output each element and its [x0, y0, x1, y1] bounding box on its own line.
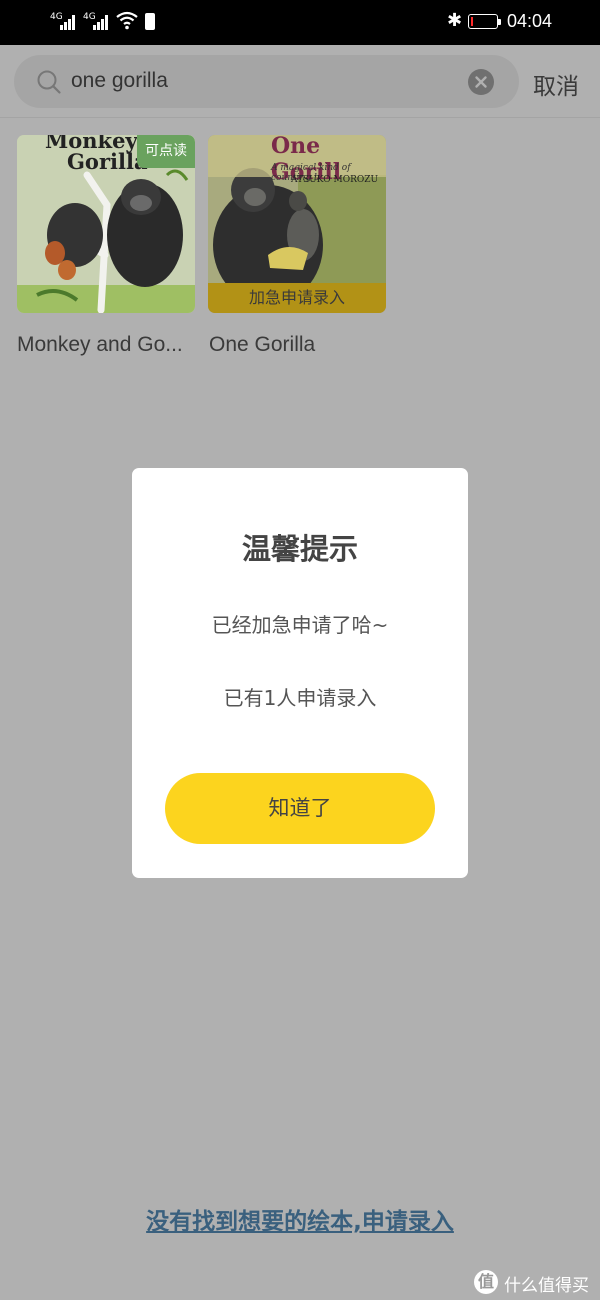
bluetooth-icon: ✱ — [447, 10, 463, 31]
book-title[interactable]: Monkey and Go... — [17, 333, 183, 357]
cancel-button[interactable]: 取消 — [533, 67, 579, 101]
request-entry-link[interactable]: 没有找到想要的绘本,申请录入 — [0, 1202, 600, 1236]
status-bar: 4G 4G ✱ 04:04 — [0, 0, 600, 45]
sim-card-icon — [145, 13, 155, 30]
wifi-icon — [116, 11, 138, 30]
status-time: 04:04 — [507, 11, 553, 31]
clear-icon — [475, 76, 487, 88]
search-query[interactable]: one gorilla — [71, 69, 168, 93]
signal-icon — [60, 14, 78, 30]
battery-level — [471, 17, 473, 26]
search-bar: one gorilla 取消 — [0, 45, 600, 118]
cover-author: ATSUKO MOROZU — [291, 175, 379, 185]
urgent-apply-button[interactable]: 加急申请录入 — [208, 283, 386, 313]
book-cover-one-gorilla[interactable]: One Gorill A magical kind of counting b … — [208, 135, 386, 313]
confirm-button[interactable]: 知道了 — [165, 773, 435, 844]
readable-badge: 可点读 — [137, 135, 195, 168]
signal-icon — [93, 14, 111, 30]
dialog-title: 温馨提示 — [241, 532, 358, 566]
battery-icon — [468, 14, 501, 29]
search-icon — [37, 70, 61, 94]
cover-title-line2: Gorilla — [67, 149, 148, 174]
watermark-logo-icon: 值 — [474, 1270, 498, 1294]
tip-dialog: 温馨提示 已经加急申请了哈~ 已有1人申请录入 知道了 — [132, 468, 468, 878]
search-input[interactable]: one gorilla — [14, 55, 519, 108]
clear-search-button[interactable] — [468, 69, 494, 95]
dialog-message: 已有1人申请录入 — [223, 686, 377, 710]
dialog-message: 已经加急申请了哈~ — [211, 613, 389, 637]
book-cover-monkey-and-gorilla[interactable]: Monkey a Gorilla 可点读 — [17, 135, 195, 313]
watermark-text: 什么值得买 — [504, 1276, 589, 1296]
book-title[interactable]: One Gorilla — [209, 333, 315, 357]
